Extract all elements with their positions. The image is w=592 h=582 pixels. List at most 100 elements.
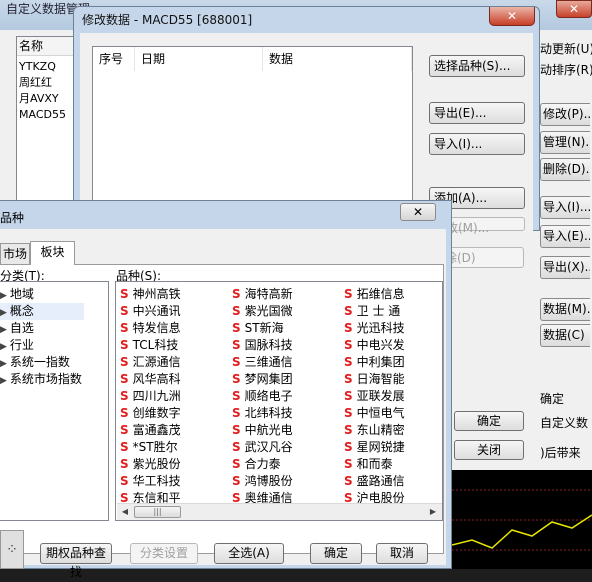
list-item[interactable]: MACD55 bbox=[19, 107, 66, 123]
expand-arrow-icon[interactable]: ▶ bbox=[0, 325, 7, 335]
edit-close-button[interactable]: 关闭 bbox=[454, 440, 524, 460]
expand-arrow-icon[interactable]: ▶ bbox=[0, 359, 7, 369]
bg-window-close-button[interactable]: ✕ bbox=[556, 0, 592, 18]
scrollbar-thumb[interactable]: ||| bbox=[134, 506, 181, 518]
stock-type-icon: S bbox=[120, 355, 129, 369]
variety-name: 中航光电 bbox=[244, 423, 293, 437]
option-variety-search-button[interactable]: 期权品种查找 bbox=[40, 543, 112, 579]
variety-name: 汇源通信 bbox=[132, 355, 181, 369]
variety-item[interactable]: S 中恒电气 bbox=[344, 405, 444, 422]
bg-data-c-button[interactable]: 数据(C) bbox=[540, 324, 590, 347]
variety-item[interactable]: S卫 士 通 bbox=[344, 303, 444, 320]
variety-item[interactable]: S 中航光电 bbox=[232, 422, 338, 439]
tree-item-watchlist[interactable]: ▶ 自选 bbox=[0, 320, 100, 337]
variety-name: 合力泰 bbox=[244, 457, 281, 471]
auto-sort-checkbox[interactable]: 动排序(R) bbox=[540, 62, 592, 78]
variety-item[interactable]: S 三维通信 bbox=[232, 354, 338, 371]
custom-data-list[interactable]: 名称 YTKZQ 周红红 月AVXY MACD55 bbox=[16, 36, 76, 206]
column-header-index[interactable]: 序号 bbox=[93, 47, 135, 71]
variety-item[interactable]: S 创维数字 bbox=[120, 405, 226, 422]
bg-data-m-button[interactable]: 数据(M)... bbox=[540, 298, 590, 321]
list-item[interactable]: 月AVXY bbox=[19, 91, 59, 107]
import-button[interactable]: 导入(I)... bbox=[429, 133, 525, 155]
category-tree[interactable]: ▶ 地域 ▶ 概念 ▶ 自选 ▶ 行业 ▶ 系统一指数 ▶ 系统市场指数 bbox=[0, 281, 109, 521]
select-all-button[interactable]: 全选(A) bbox=[214, 543, 284, 564]
tree-item-industry[interactable]: ▶ 行业 bbox=[0, 337, 100, 354]
variety-name: 鸿博股份 bbox=[244, 474, 293, 488]
variety-item[interactable]: S 合力泰 bbox=[232, 456, 338, 473]
variety-item[interactable]: S 神州高铁 bbox=[120, 286, 226, 303]
edit-ok-button[interactable]: 确定 bbox=[454, 411, 524, 431]
pick-dialog-close-button[interactable]: ✕ bbox=[400, 203, 436, 221]
variety-item[interactable]: S 汇源通信 bbox=[120, 354, 226, 371]
tab-sector[interactable]: 板块 bbox=[30, 241, 75, 265]
bg-custom-label: 自定义数 bbox=[540, 416, 589, 430]
bg-import-e-button[interactable]: 导入(E)... bbox=[540, 225, 590, 248]
variety-item[interactable]: S 紫光国微 bbox=[232, 303, 338, 320]
variety-item[interactable]: S 东山精密 bbox=[344, 422, 444, 439]
tab-market[interactable]: 市场 bbox=[0, 243, 30, 264]
variety-item[interactable]: S 北纬科技 bbox=[232, 405, 338, 422]
column-header-date[interactable]: 日期 bbox=[135, 47, 263, 71]
variety-item[interactable]: S 日海智能 bbox=[344, 371, 444, 388]
pick-cancel-button[interactable]: 取消 bbox=[376, 543, 428, 564]
data-table[interactable]: 序号 日期 数据 bbox=[92, 46, 413, 216]
variety-item[interactable]: S 亚联发展 bbox=[344, 388, 444, 405]
variety-item[interactable]: S 和而泰 bbox=[344, 456, 444, 473]
list-item[interactable]: 周红红 bbox=[19, 75, 52, 91]
bg-modify-button[interactable]: 修改(P)... bbox=[540, 103, 590, 126]
variety-item[interactable]: S ST新海 bbox=[232, 320, 338, 337]
bg-manage-button[interactable]: 管理(N)... bbox=[540, 131, 590, 154]
classify-settings-button[interactable]: 分类设置 bbox=[130, 543, 198, 564]
scroll-right-arrow-icon[interactable]: ▶ bbox=[426, 506, 440, 518]
list-item[interactable]: YTKZQ bbox=[19, 59, 56, 75]
variety-item[interactable]: S 四川九洲 bbox=[120, 388, 226, 405]
stock-type-icon: S bbox=[120, 372, 129, 386]
variety-item[interactable]: S 海特高新 bbox=[232, 286, 338, 303]
variety-item[interactable]: S 拓维信息 bbox=[344, 286, 444, 303]
variety-item[interactable]: S 中兴通讯 bbox=[120, 303, 226, 320]
variety-item[interactable]: S 鸿博股份 bbox=[232, 473, 338, 490]
variety-item[interactable]: S 中利集团 bbox=[344, 354, 444, 371]
column-header-data[interactable]: 数据 bbox=[263, 47, 412, 71]
pick-ok-button[interactable]: 确定 bbox=[310, 543, 362, 564]
bg-export-button[interactable]: 导出(X)... bbox=[540, 256, 590, 279]
select-variety-button[interactable]: 选择品种(S)... bbox=[429, 55, 525, 77]
export-button[interactable]: 导出(E)... bbox=[429, 102, 525, 124]
horizontal-scrollbar[interactable]: ◀ ||| ▶ bbox=[117, 503, 442, 520]
variety-item[interactable]: S 盛路通信 bbox=[344, 473, 444, 490]
auto-update-checkbox[interactable]: 动更新(U) bbox=[540, 41, 592, 57]
variety-item[interactable]: S 光迅科技 bbox=[344, 320, 444, 337]
expand-arrow-icon[interactable]: ▶ bbox=[0, 308, 7, 318]
tree-item-region[interactable]: ▶ 地域 bbox=[0, 286, 100, 303]
variety-item[interactable]: S 中电兴发 bbox=[344, 337, 444, 354]
variety-item[interactable]: S 国脉科技 bbox=[232, 337, 338, 354]
bg-delete-button[interactable]: 删除(D)... bbox=[540, 158, 590, 181]
variety-item[interactable]: S TCL科技 bbox=[120, 337, 226, 354]
resize-grip-icon[interactable]: ⁘ bbox=[0, 530, 24, 569]
variety-item[interactable]: S *ST胜尔 bbox=[120, 439, 226, 456]
variety-item[interactable]: S 风华高科 bbox=[120, 371, 226, 388]
scroll-left-arrow-icon[interactable]: ◀ bbox=[118, 506, 132, 518]
bg-after-label: )后带来 bbox=[540, 446, 581, 460]
stock-type-icon: S bbox=[344, 440, 353, 454]
variety-item[interactable]: S 华工科技 bbox=[120, 473, 226, 490]
variety-name: 拓维信息 bbox=[356, 287, 405, 301]
variety-list[interactable]: S 神州高铁 S 中兴通讯 S 特发信息 S TCL科技 S 汇源通信 S 风华高科 S 四川九洲 S 创维数… bbox=[115, 281, 443, 521]
variety-item[interactable]: S 梦网集团 bbox=[232, 371, 338, 388]
bg-import-button[interactable]: 导入(I)... bbox=[540, 196, 590, 219]
variety-item[interactable]: S 紫光股份 bbox=[120, 456, 226, 473]
edit-dialog-close-button[interactable]: ✕ bbox=[489, 7, 535, 26]
variety-item[interactable]: S 武汉凡谷 bbox=[232, 439, 338, 456]
tree-item-concept[interactable]: ▶ 概念 bbox=[0, 303, 84, 320]
variety-item[interactable]: S 星网锐捷 bbox=[344, 439, 444, 456]
variety-item[interactable]: S 特发信息 bbox=[120, 320, 226, 337]
expand-arrow-icon[interactable]: ▶ bbox=[0, 342, 7, 352]
tree-item-system-market-index[interactable]: ▶ 系统市场指数 bbox=[0, 371, 108, 388]
list-header-name[interactable]: 名称 bbox=[17, 37, 75, 56]
variety-item[interactable]: S 富通鑫茂 bbox=[120, 422, 226, 439]
tree-item-system-index[interactable]: ▶ 系统一指数 bbox=[0, 354, 100, 371]
variety-item[interactable]: S 顺络电子 bbox=[232, 388, 338, 405]
expand-arrow-icon[interactable]: ▶ bbox=[0, 291, 7, 301]
expand-arrow-icon[interactable]: ▶ bbox=[0, 376, 7, 386]
